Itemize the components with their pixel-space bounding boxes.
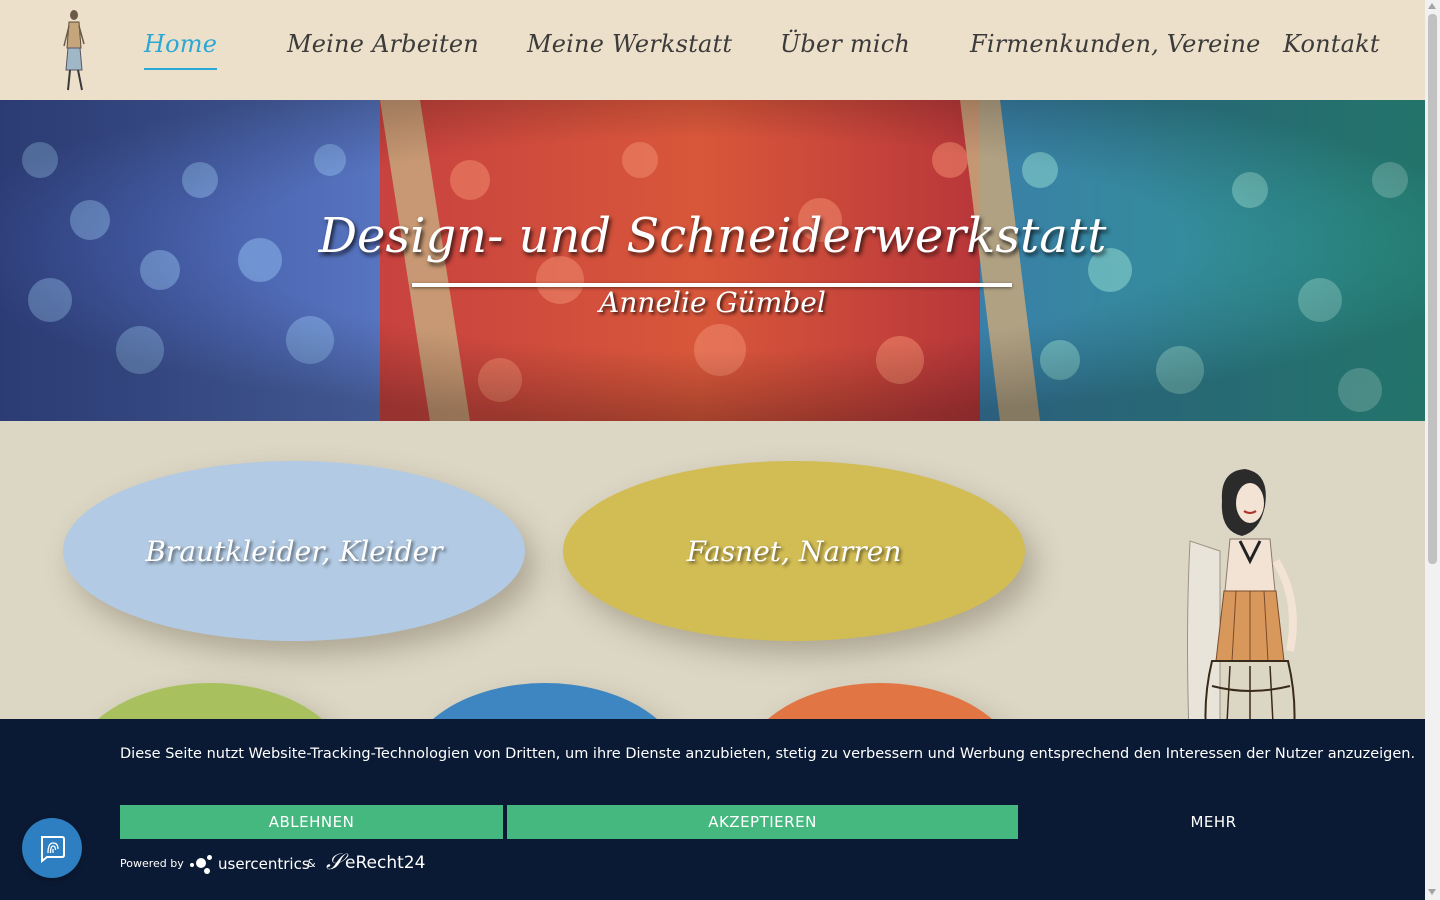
more-button[interactable]: MEHR bbox=[1022, 805, 1405, 839]
site-header: Home Meine Arbeiten Meine Werkstatt Über… bbox=[0, 0, 1425, 100]
hero-subtitle: Annelie Gümbel bbox=[599, 286, 826, 319]
nav-item-ueber-mich[interactable]: Über mich bbox=[780, 30, 910, 70]
scroll-thumb[interactable] bbox=[1428, 14, 1437, 564]
category-label: Fasnet, Narren bbox=[686, 534, 902, 568]
category-fasnet-narren[interactable]: Fasnet, Narren bbox=[563, 461, 1025, 641]
main-navigation: Home Meine Arbeiten Meine Werkstatt Über… bbox=[0, 0, 1425, 100]
privacy-settings-fingerprint-button[interactable] bbox=[22, 818, 82, 878]
decline-button[interactable]: ABLEHNEN bbox=[120, 805, 503, 839]
category-label: Brautkleider, Kleider bbox=[145, 534, 443, 568]
fashion-sketch-illustration bbox=[1187, 469, 1297, 761]
page-scrollbar[interactable] bbox=[1425, 0, 1440, 900]
nav-item-meine-werkstatt[interactable]: Meine Werkstatt bbox=[527, 30, 732, 70]
ampersand-text: & bbox=[307, 857, 316, 870]
erecht24-logo: 𝒮 eRecht24 bbox=[326, 850, 425, 875]
hero-title: Design- und Schneiderwerkstatt bbox=[318, 208, 1107, 264]
nav-item-home[interactable]: Home bbox=[144, 30, 218, 70]
powered-by-label: Powered by bbox=[120, 857, 184, 870]
scroll-up-arrow-icon[interactable] bbox=[1428, 3, 1436, 9]
fingerprint-icon bbox=[41, 836, 65, 863]
cookie-consent-banner: Diese Seite nutzt Website-Tracking-Techn… bbox=[0, 719, 1425, 900]
hero-banner: Design- und Schneiderwerkstatt Annelie G… bbox=[0, 100, 1425, 421]
nav-item-firmenkunden-vereine[interactable]: Firmenkunden, Vereine bbox=[970, 30, 1261, 70]
nav-item-meine-arbeiten[interactable]: Meine Arbeiten bbox=[287, 30, 479, 70]
cookie-notice-text: Diese Seite nutzt Website-Tracking-Techn… bbox=[120, 746, 1416, 762]
scroll-down-arrow-icon[interactable] bbox=[1428, 889, 1436, 895]
accept-button[interactable]: AKZEPTIEREN bbox=[507, 805, 1018, 839]
nav-item-kontakt[interactable]: Kontakt bbox=[1283, 30, 1380, 70]
usercentrics-logo: usercentrics bbox=[190, 852, 310, 876]
usercentrics-dots-icon bbox=[190, 853, 214, 875]
erecht24-mark-icon: 𝒮 bbox=[326, 850, 344, 875]
category-brautkleider-kleider[interactable]: Brautkleider, Kleider bbox=[63, 461, 525, 641]
erecht24-name: eRecht24 bbox=[345, 852, 426, 873]
usercentrics-name: usercentrics bbox=[218, 855, 310, 873]
